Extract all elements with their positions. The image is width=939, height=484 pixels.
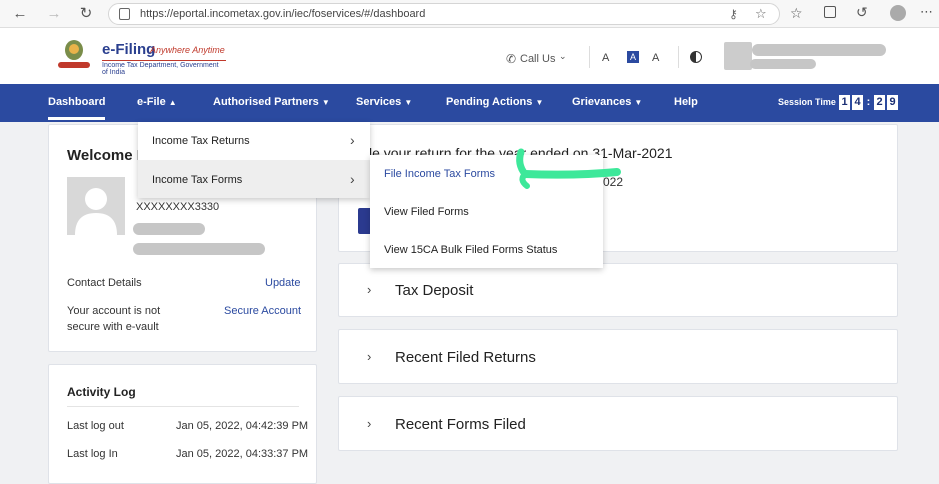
brand-title: e-Filing: [102, 41, 156, 58]
activity-log-title: Activity Log: [67, 385, 136, 399]
call-us-link[interactable]: Call Us: [520, 53, 555, 65]
nav-dashboard[interactable]: Dashboard: [48, 96, 106, 120]
chevron-down-icon: ▼: [404, 98, 413, 107]
user-avatar[interactable]: [724, 42, 752, 70]
contrast-icon[interactable]: [690, 51, 702, 63]
back-icon[interactable]: ←: [10, 4, 30, 24]
reload-icon[interactable]: ↻: [76, 4, 96, 24]
session-separator: :: [866, 96, 871, 108]
last-login-value: Jan 05, 2022, 04:33:37 PM: [176, 448, 309, 460]
nav-help[interactable]: Help: [674, 96, 698, 108]
menu-item-label: Income Tax Returns: [152, 135, 250, 147]
submenu-item-label: View 15CA Bulk Filed Forms Status: [384, 244, 558, 256]
accordion-title: Recent Filed Returns: [395, 349, 536, 366]
session-digit: 1: [839, 95, 850, 110]
nav-pending-actions[interactable]: Pending Actions ▼: [446, 96, 543, 108]
nav-grievances[interactable]: Grievances ▼: [572, 96, 642, 108]
font-decrease-button[interactable]: A: [602, 52, 609, 64]
divider: [67, 406, 299, 407]
update-contact-link[interactable]: Update: [265, 277, 300, 289]
history-icon[interactable]: ↺: [856, 4, 868, 21]
favorites-icon[interactable]: ☆: [790, 5, 803, 22]
contact-details-label: Contact Details: [67, 277, 142, 289]
profile-photo: [67, 177, 125, 235]
phone-icon: ✆: [506, 52, 517, 66]
font-increase-button[interactable]: A: [652, 52, 659, 64]
redacted-user-role: [750, 59, 816, 69]
nav-authorised-partners-label: Authorised Partners: [213, 96, 319, 108]
favorite-add-icon[interactable]: ☆: [755, 6, 767, 22]
redacted-field: [133, 243, 265, 255]
brand-tagline: Anywhere Anytime: [150, 45, 225, 55]
nav-services-label: Services: [356, 96, 402, 108]
font-normal-button[interactable]: A: [627, 51, 639, 63]
activity-log-card: Activity Log Last log out Jan 05, 2022, …: [48, 364, 317, 484]
chevron-down-icon[interactable]: ⌄: [559, 51, 567, 62]
main-nav: Dashboard e-File ▲ Authorised Partners ▼…: [0, 84, 939, 122]
site-header: e-Filing Anywhere Anytime Income Tax Dep…: [0, 28, 939, 84]
accordion-tax-deposit[interactable]: › Tax Deposit: [338, 263, 898, 317]
chevron-down-icon: ▼: [321, 98, 330, 107]
browser-toolbar: ← → ↻ https://eportal.incometax.gov.in/i…: [0, 0, 939, 28]
nav-efile-label: e-File: [137, 96, 166, 108]
session-time-label: Session Time: [778, 97, 836, 107]
chevron-right-icon: ›: [350, 171, 355, 187]
submenu-item-label: File Income Tax Forms: [384, 168, 496, 180]
chevron-right-icon: ›: [367, 416, 372, 431]
welcome-title: Welcome B: [67, 147, 148, 164]
profile-avatar-icon[interactable]: [890, 5, 906, 21]
redacted-user-name: [752, 44, 886, 56]
last-login-label: Last log In: [67, 448, 118, 460]
accordion-title: Tax Deposit: [395, 282, 474, 299]
chevron-right-icon: ›: [367, 282, 372, 297]
collections-icon[interactable]: [824, 6, 836, 18]
last-logout-label: Last log out: [67, 420, 124, 432]
last-logout-value: Jan 05, 2022, 04:42:39 PM: [176, 420, 309, 432]
chevron-up-icon: ▲: [168, 98, 177, 107]
accordion-recent-filed-returns[interactable]: › Recent Filed Returns: [338, 329, 898, 384]
session-digit: 2: [874, 95, 885, 110]
nav-grievances-label: Grievances: [572, 96, 632, 108]
key-icon[interactable]: ⚷: [729, 7, 738, 21]
nav-services[interactable]: Services ▼: [356, 96, 412, 108]
user-silhouette-icon: [75, 188, 117, 235]
forward-icon[interactable]: →: [44, 4, 64, 24]
divider: [589, 46, 590, 68]
menu-item-label: Income Tax Forms: [152, 174, 243, 186]
redacted-field: [133, 223, 205, 235]
secure-account-link[interactable]: Secure Account: [224, 305, 301, 317]
brand-subtitle: Income Tax Department, Government of Ind…: [102, 60, 226, 76]
pan-number: XXXXXXXX3330: [136, 201, 220, 213]
chevron-down-icon: ▼: [535, 98, 544, 107]
nav-efile[interactable]: e-File ▲: [137, 96, 177, 108]
chevron-right-icon: ›: [350, 132, 355, 148]
menu-item-income-tax-forms[interactable]: Income Tax Forms ›: [138, 160, 370, 198]
evault-warning-line1: Your account is not: [67, 305, 161, 317]
nav-authorised-partners[interactable]: Authorised Partners ▼: [213, 96, 330, 108]
accordion-recent-forms-filed[interactable]: › Recent Forms Filed: [338, 396, 898, 451]
session-digit: 4: [852, 95, 863, 110]
accordion-title: Recent Forms Filed: [395, 416, 526, 433]
annotation-arrow-icon: [505, 146, 625, 190]
more-icon[interactable]: ⋯: [920, 4, 933, 20]
address-bar[interactable]: https://eportal.incometax.gov.in/iec/fos…: [108, 3, 780, 25]
chevron-right-icon: ›: [367, 349, 372, 364]
divider: [678, 46, 679, 68]
nav-pending-actions-label: Pending Actions: [446, 96, 533, 108]
session-digit: 9: [887, 95, 898, 110]
submenu-item-view-15ca-bulk-status[interactable]: View 15CA Bulk Filed Forms Status: [370, 231, 603, 268]
emblem-logo-icon: [52, 38, 96, 72]
menu-item-income-tax-returns[interactable]: Income Tax Returns ›: [138, 122, 370, 160]
submenu-item-label: View Filed Forms: [384, 206, 469, 218]
url-text: https://eportal.incometax.gov.in/iec/fos…: [140, 8, 426, 20]
submenu-item-view-filed-forms[interactable]: View Filed Forms: [370, 193, 603, 230]
evault-warning-line2: secure with e-vault: [67, 321, 159, 333]
page-info-icon[interactable]: [119, 8, 130, 20]
efile-dropdown-menu: Income Tax Returns › Income Tax Forms ›: [138, 122, 370, 198]
chevron-down-icon: ▼: [634, 98, 643, 107]
